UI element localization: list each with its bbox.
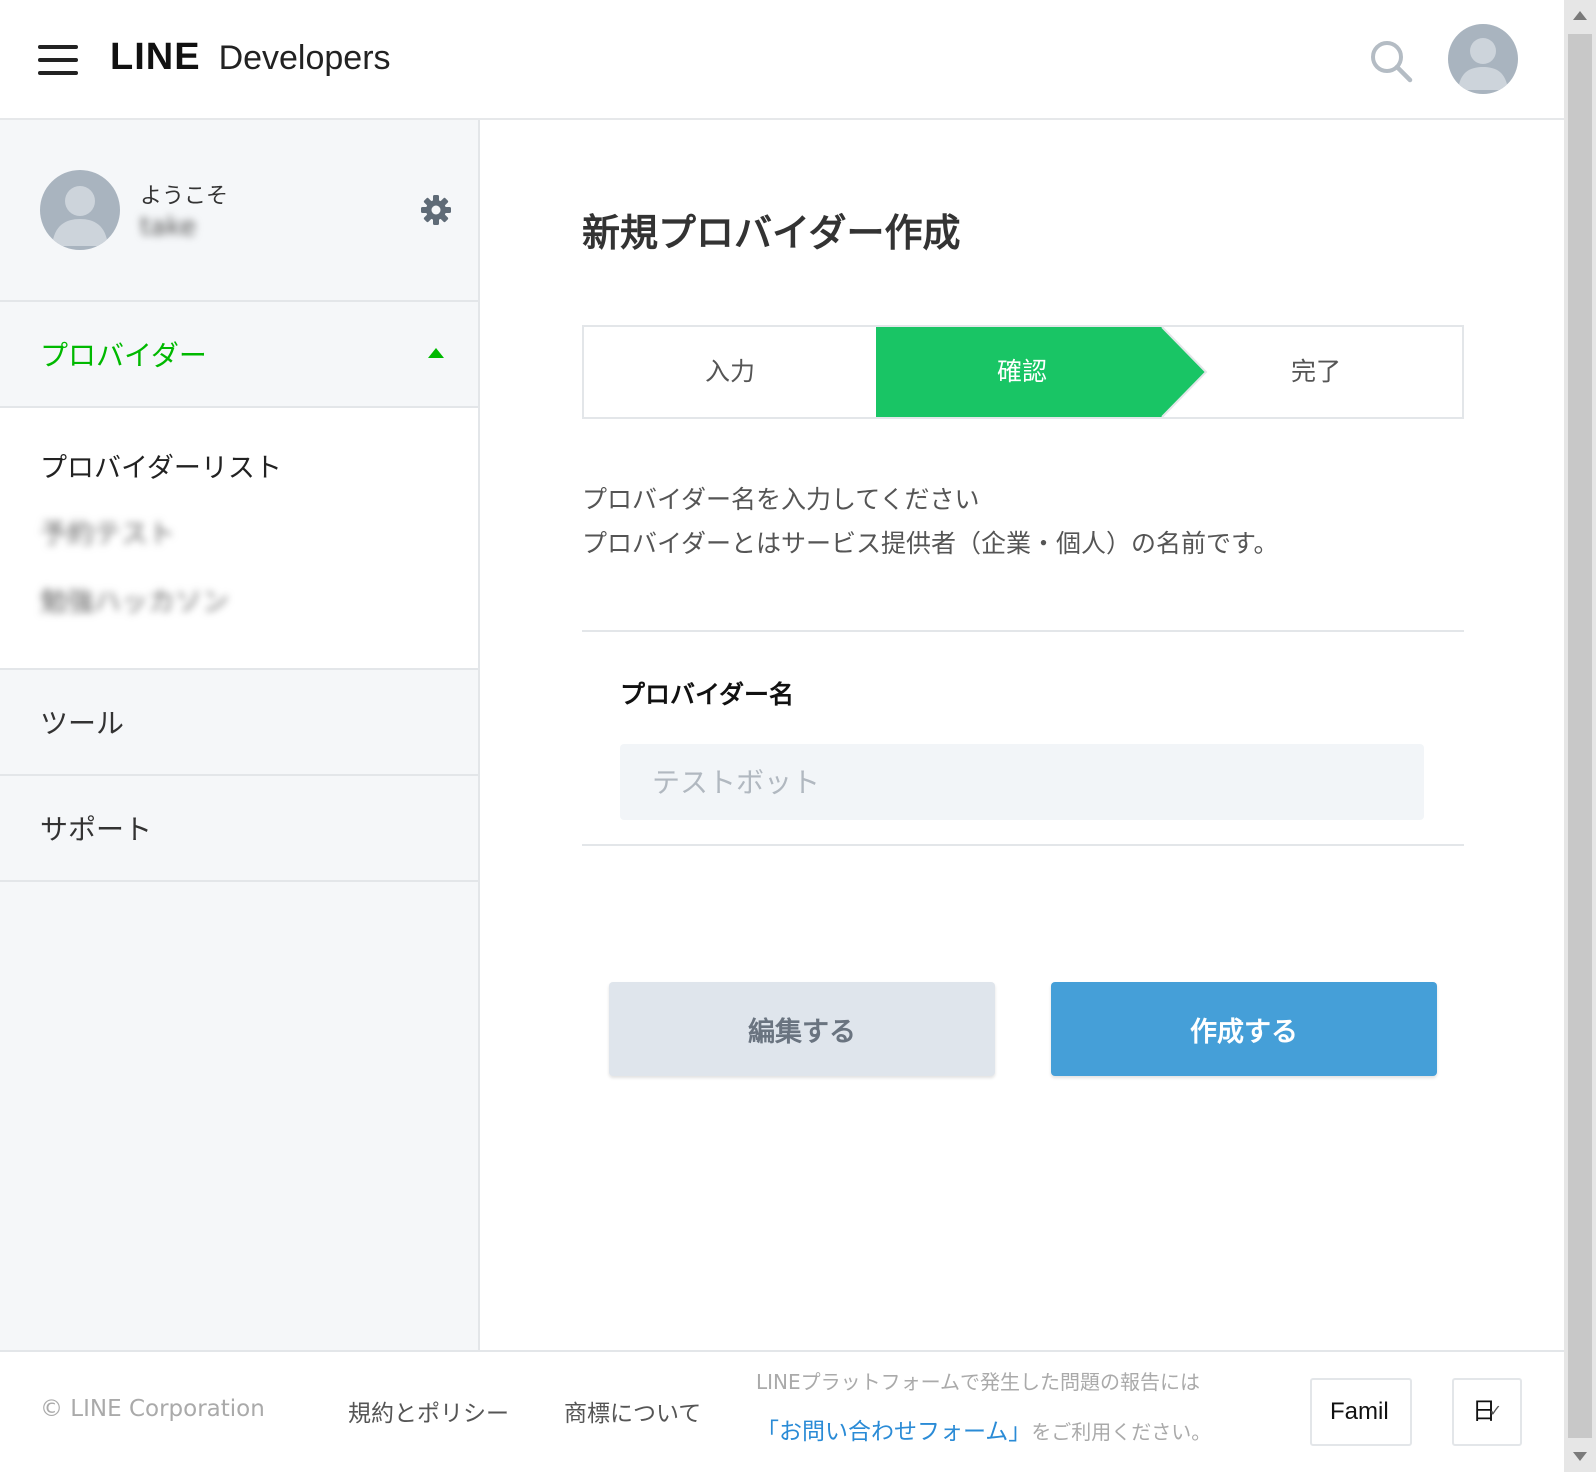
report-text: LINEプラットフォームで発生した問題の報告には [756,1370,1201,1394]
welcome-text: ようこそ [140,184,229,209]
gear-icon[interactable] [420,194,452,226]
hamburger-menu-icon[interactable] [38,45,78,77]
report-text-line2: 「お問い合わせフォーム」をご利用ください。 [756,1412,1211,1446]
sidebar-item-label: ツール [40,707,125,740]
sidebar-item-label: サポート [40,813,153,846]
language-select[interactable]: 日 ✓ [1452,1378,1522,1446]
profile-avatar [40,170,120,250]
user-avatar[interactable] [1448,24,1518,94]
person-silhouette-icon [52,186,108,246]
progress-stepper: 入力 確認 完了 [582,325,1464,419]
create-button[interactable]: 作成する [1051,982,1437,1076]
sidebar-item-label: プロバイダー [40,339,207,372]
sidebar-subitem-provider[interactable]: 勉強ハッカソン [40,580,229,619]
provider-sub-list: プロバイダーリスト 予約テスト 勉強ハッカソン [0,408,478,670]
person-silhouette-icon [1458,38,1508,90]
sidebar-item-support[interactable]: サポート [0,776,478,882]
family-select-value: Famil [1330,1398,1389,1425]
main-content: 新規プロバイダー作成 入力 確認 完了 プロバイダー名を入力してください プロバ… [480,120,1564,1350]
sidebar-subitem-provider[interactable]: 予約テスト [40,512,175,551]
line-developers-logo[interactable]: LINE Developers [110,36,391,86]
logo-line-text: LINE [110,36,201,78]
step-complete: 完了 [1290,357,1341,386]
sidebar-subitem-provider-list[interactable]: プロバイダーリスト [40,446,282,485]
divider [582,844,1464,846]
step-input: 入力 [704,357,755,386]
terms-policy-link[interactable]: 規約とポリシー [348,1394,509,1428]
description: プロバイダー名を入力してください プロバイダーとはサービス提供者（企業・個人）の… [582,478,1279,566]
username-text: take [140,212,197,242]
description-line: プロバイダー名を入力してください [582,485,980,514]
page-title: 新規プロバイダー作成 [582,211,961,255]
provider-name-label: プロバイダー名 [620,680,795,709]
caret-up-icon [428,348,444,358]
sidebar-profile: ようこそ take [0,120,478,302]
description-line: プロバイダーとはサービス提供者（企業・個人）の名前です。 [582,529,1279,558]
trademark-link[interactable]: 商標について [564,1394,701,1428]
scrollbar-thumb[interactable] [1568,34,1592,1438]
edit-button[interactable]: 編集する [609,982,995,1076]
scroll-down-arrow-icon[interactable] [1564,1440,1596,1472]
divider [582,630,1464,632]
logo-developers-text: Developers [218,39,391,77]
top-header: LINE Developers [0,0,1564,120]
report-suffix: をご利用ください。 [1031,1420,1212,1444]
step-confirm: 確認 [996,357,1047,386]
sidebar: ようこそ take プロバイダー プロバイダーリスト 予約テスト 勉強ハッカソン… [0,120,480,1350]
search-icon[interactable] [1368,38,1414,84]
app-window: LINE Developers ようこそ take プロバイダー プロバイダーリ… [0,0,1564,1472]
sidebar-item-tools[interactable]: ツール [0,670,478,776]
contact-form-link[interactable]: 「お問い合わせフォーム」 [756,1419,1031,1445]
copyright-text: © LINE Corporation [40,1396,265,1422]
scroll-up-arrow-icon[interactable] [1564,0,1596,32]
sidebar-item-provider[interactable]: プロバイダー [0,302,478,408]
family-sites-select[interactable]: Famil [1310,1378,1412,1446]
vertical-scrollbar[interactable] [1564,0,1596,1472]
chevron-down-icon: ✓ [1488,1403,1502,1420]
footer: © LINE Corporation 規約とポリシー 商標について LINEプラ… [0,1350,1564,1472]
provider-name-input[interactable] [620,744,1424,820]
